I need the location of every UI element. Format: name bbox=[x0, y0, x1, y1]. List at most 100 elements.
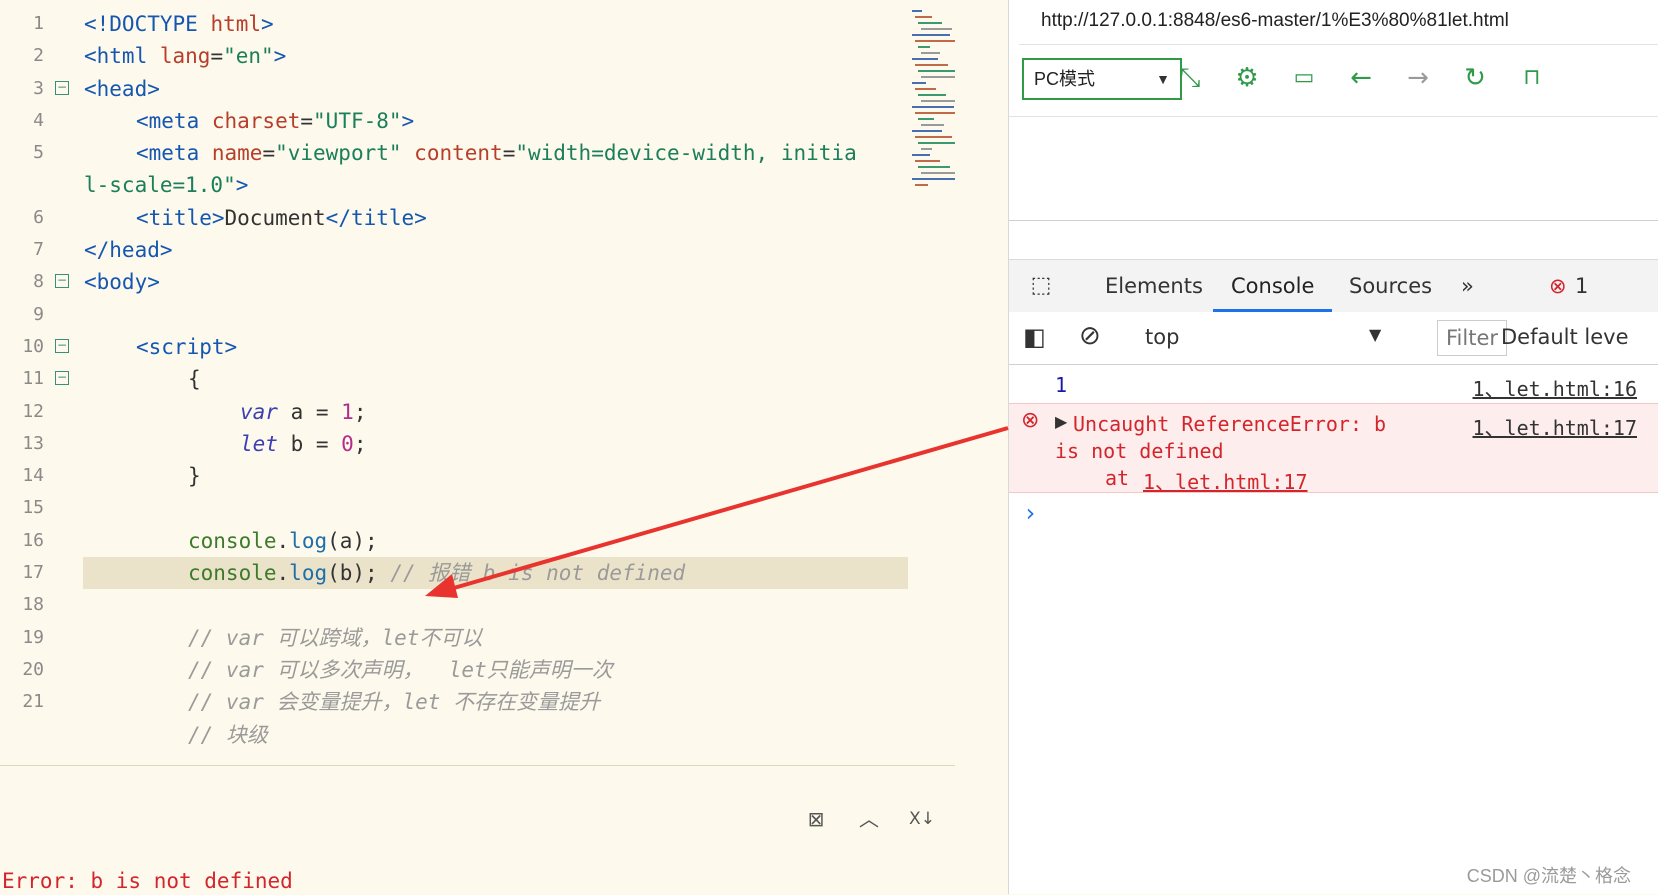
code-token: . bbox=[276, 561, 290, 586]
line-number: 6 bbox=[33, 206, 44, 228]
code-token: <meta bbox=[136, 141, 212, 166]
code-line[interactable]: 5 <meta name="viewport" content="width=de… bbox=[0, 137, 920, 169]
code-line[interactable]: 3− <head> bbox=[0, 73, 920, 105]
line-number: 12 bbox=[22, 400, 44, 422]
chevron-down-icon[interactable]: ▼ bbox=[1369, 325, 1381, 344]
minimap-line bbox=[921, 76, 955, 78]
line-number: 4 bbox=[33, 109, 44, 131]
code-line[interactable]: l-scale=1.0"> bbox=[0, 169, 920, 201]
code-line[interactable]: 13 let b = 0; bbox=[0, 428, 920, 460]
close-panel-icon[interactable]: X↓ bbox=[909, 806, 935, 832]
minimap-line bbox=[918, 46, 930, 48]
code-line[interactable]: 8− <body> bbox=[0, 266, 920, 298]
fold-toggle-icon[interactable]: − bbox=[55, 274, 69, 289]
code-text: <title>Document</title> bbox=[136, 202, 427, 234]
forward-arrow-icon[interactable]: → bbox=[1402, 62, 1434, 94]
code-token: Document bbox=[224, 205, 326, 230]
code-token: = bbox=[262, 141, 276, 166]
unlock-icon[interactable]: ⊓ bbox=[1516, 62, 1548, 94]
console-prompt[interactable]: › bbox=[1009, 493, 1658, 533]
line-number: 15 bbox=[22, 497, 44, 519]
inspect-element-icon[interactable]: ⬚ bbox=[1027, 260, 1055, 312]
filter-input[interactable]: Filter bbox=[1437, 320, 1507, 356]
code-line[interactable]: 17 console.log(b); // 报错 b is not defined bbox=[0, 557, 920, 590]
code-token: </head> bbox=[84, 238, 173, 263]
error-count-icon[interactable]: ⊗ bbox=[1549, 260, 1567, 312]
code-line[interactable]: 11− { bbox=[0, 363, 920, 395]
error-message: Uncaught ReferenceError: b bbox=[1073, 412, 1387, 436]
minimap-line bbox=[915, 112, 955, 114]
error-source-link[interactable]: 1、let.html:17 bbox=[1473, 412, 1638, 441]
clear-console-icon[interactable]: ⊠ bbox=[803, 806, 829, 832]
code-token: <meta bbox=[136, 108, 212, 133]
gear-icon[interactable]: ⚙ bbox=[1231, 62, 1263, 94]
error-row: ⊗ ▶ Uncaught ReferenceError: b is not de… bbox=[1009, 403, 1658, 495]
log-row: 1 1、let.html:16 bbox=[1009, 365, 1658, 403]
minimap-line bbox=[915, 136, 952, 138]
chevron-up-icon[interactable]: ︿ bbox=[856, 806, 882, 832]
code-editor[interactable]: 1 <!DOCTYPE html> 2 <html lang="en"> 3− <head… bbox=[0, 0, 955, 894]
url-bar[interactable]: http://127.0.0.1:8848/es6-master/1%E3%80… bbox=[1041, 10, 1509, 32]
chevron-down-icon: ▼ bbox=[1156, 71, 1170, 87]
code-token: "UTF-8" bbox=[313, 108, 402, 133]
clear-icon[interactable]: ⊘ bbox=[1079, 321, 1101, 351]
line-number: 17 bbox=[22, 562, 44, 584]
code-text: <script> bbox=[136, 331, 237, 363]
more-tabs-icon[interactable]: » bbox=[1461, 260, 1474, 312]
code-line[interactable]: 12 var a = 1; bbox=[0, 396, 920, 428]
code-lines[interactable]: 1 <!DOCTYPE html> 2 <html lang="en"> 3− <head… bbox=[0, 8, 920, 751]
devtools: ⬚ Elements Console Sources » ⊗ 1 ◧ ⊘ top… bbox=[1009, 220, 1658, 895]
code-text: console.log(a); bbox=[188, 525, 378, 557]
code-token: let bbox=[240, 431, 278, 456]
sidebar-toggle-icon[interactable]: ◧ bbox=[1023, 323, 1046, 351]
minimap-line bbox=[921, 28, 952, 30]
fold-toggle-icon[interactable]: − bbox=[55, 371, 69, 386]
code-line[interactable]: // 块级 bbox=[0, 719, 920, 751]
code-line[interactable]: 18 bbox=[0, 589, 920, 621]
levels-select[interactable]: Default leve bbox=[1501, 325, 1629, 349]
code-token: html bbox=[210, 12, 262, 36]
line-number: 9 bbox=[33, 303, 44, 325]
code-line[interactable]: 4 <meta charset="UTF-8"> bbox=[0, 105, 920, 137]
code-line[interactable]: 1 <!DOCTYPE html> bbox=[0, 8, 920, 40]
error-at-link[interactable]: 1、let.html:17 bbox=[1143, 466, 1308, 495]
line-number: 10 bbox=[22, 335, 44, 357]
minimap-line bbox=[918, 142, 955, 144]
code-line[interactable]: 21 // var 会变量提升，let 不存在变量提升 bbox=[0, 686, 920, 718]
log-value: 1 bbox=[1055, 373, 1068, 397]
refresh-icon[interactable]: ↻ bbox=[1459, 62, 1491, 94]
tab-console[interactable]: Console bbox=[1213, 260, 1333, 312]
minimap-line bbox=[915, 160, 940, 162]
terminal-icon[interactable]: ▭ bbox=[1288, 62, 1320, 94]
code-line[interactable]: 19 // var 可以跨域，let不可以 bbox=[0, 622, 920, 654]
minimap[interactable] bbox=[912, 10, 955, 210]
back-arrow-icon[interactable]: ← bbox=[1345, 62, 1377, 94]
log-source-link[interactable]: 1、let.html:16 bbox=[1473, 373, 1638, 402]
code-token: ; bbox=[353, 399, 367, 424]
code-text: <!DOCTYPE html> bbox=[84, 8, 274, 40]
tab-elements[interactable]: Elements bbox=[1105, 260, 1203, 312]
tab-sources[interactable]: Sources bbox=[1349, 260, 1432, 312]
minimap-line bbox=[912, 34, 950, 36]
code-line[interactable]: 10− <script> bbox=[0, 331, 920, 363]
fold-toggle-icon[interactable]: − bbox=[55, 80, 69, 95]
minimap-line bbox=[912, 82, 926, 84]
mode-select[interactable]: PC模式 ▼ bbox=[1022, 58, 1182, 100]
minimap-line bbox=[918, 118, 934, 120]
code-line[interactable]: 9 bbox=[0, 299, 920, 331]
code-token: <script> bbox=[136, 334, 238, 359]
context-select[interactable]: top bbox=[1145, 325, 1179, 349]
code-line[interactable]: 20 // var 可以多次声明， let只能声明一次 bbox=[0, 654, 920, 686]
code-line[interactable]: 2 <html lang="en"> bbox=[0, 40, 920, 72]
code-token: "viewport" bbox=[275, 141, 415, 166]
code-line[interactable]: 6 <title>Document</title> bbox=[0, 202, 920, 234]
code-line[interactable]: 16 console.log(a); bbox=[0, 525, 920, 557]
code-line[interactable]: 15 bbox=[0, 492, 920, 524]
code-line[interactable]: 7 </head> bbox=[0, 234, 920, 266]
expand-triangle-icon[interactable]: ▶ bbox=[1055, 412, 1067, 431]
fold-toggle-icon[interactable]: − bbox=[55, 338, 69, 353]
error-at: at bbox=[1105, 466, 1130, 490]
resize-icon[interactable]: ⤡ bbox=[1174, 62, 1206, 94]
code-text: <meta name="viewport" content="width=dev… bbox=[136, 137, 857, 169]
code-line[interactable]: 14} bbox=[0, 460, 920, 492]
